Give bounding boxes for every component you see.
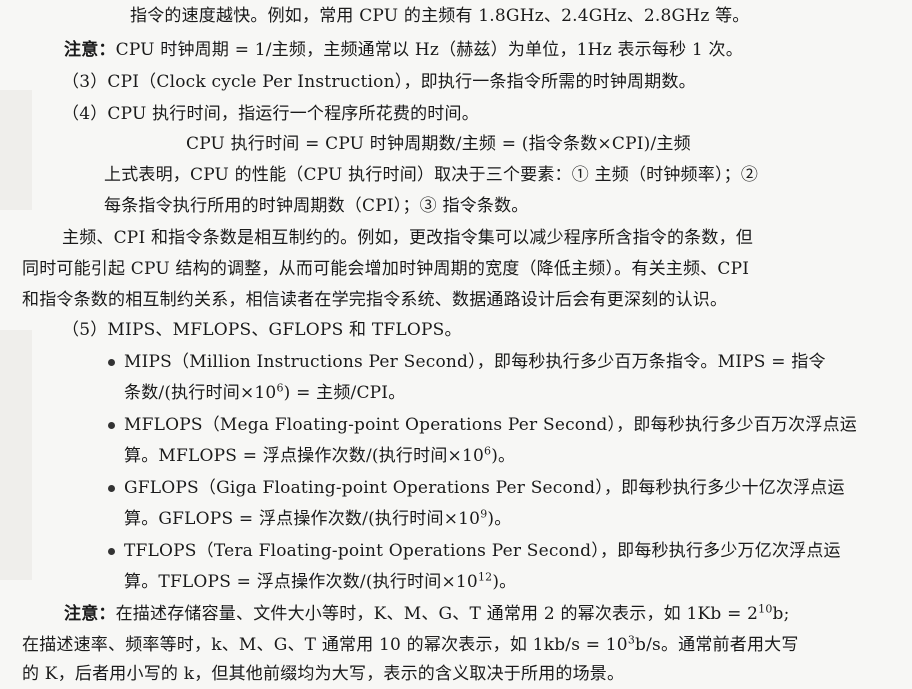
bullet-line: MFLOPS（Mega Floating-point Operations Pe… [124, 415, 857, 435]
bullet-line: GFLOPS（Giga Floating-point Operations Pe… [124, 478, 845, 498]
paragraph-line: 主频、CPI 和指令条数是相互制约的。例如，更改指令集可以减少程序所含指令的条数… [62, 228, 753, 248]
page-edge-bleed [0, 90, 32, 210]
paragraph-line: 和指令条数的相互制约关系，相信读者在学完指令系统、数据通路设计后会有更深刻的认识… [22, 290, 728, 310]
note-text: b/s。通常前者用大写 [635, 635, 799, 655]
bullet-line: 算。TFLOPS = 浮点操作次数/(执行时间×1012)。 [124, 570, 517, 592]
paragraph-line: 同时可能引起 CPU 结构的调整，从而可能会增加时钟周期的宽度（降低主频）。有关… [22, 259, 750, 279]
bullet-line: 条数/(执行时间×106) = 主频/CPI。 [124, 381, 406, 403]
tflops-formula-b: )。 [492, 572, 517, 592]
note-text: b; [772, 604, 790, 624]
text-line: 上式表明，CPU 的性能（CPU 执行时间）取决于三个要素：① 主频（时钟频率）… [104, 165, 759, 185]
item-4: （4）CPU 执行时间，指运行一个程序所花费的时间。 [62, 104, 479, 124]
document-page: 指令的速度越快。例如，常用 CPU 的主频有 1.8GHz、2.4GHz、2.8… [0, 0, 912, 689]
text-line: 指令的速度越快。例如，常用 CPU 的主频有 1.8GHz、2.4GHz、2.8… [130, 6, 750, 26]
bullet-line: 算。MFLOPS = 浮点操作次数/(执行时间×106)。 [124, 445, 516, 466]
bullet-icon [108, 422, 115, 429]
note-text: CPU 时钟周期 = 1/主频，主频通常以 Hz（赫兹）为单位，1Hz 表示每秒… [115, 40, 743, 60]
note-line: 注意：在描述存储容量、文件大小等时，K、M、G、T 通常用 2 的幂次表示，如 … [64, 602, 790, 624]
bullet-icon [108, 359, 115, 366]
gflops-formula-a: 算。GFLOPS = 浮点操作次数/(执行时间×10 [124, 509, 481, 529]
formula: CPU 执行时间 = CPU 时钟周期数/主频 = (指令条数×CPI)/主频 [186, 134, 691, 154]
tflops-formula-a: 算。TFLOPS = 浮点操作次数/(执行时间×10 [124, 572, 478, 592]
exponent: 6 [276, 381, 284, 395]
note-text: 在描述速率、频率等时，k、M、G、T 通常用 10 的幂次表示，如 1kb/s … [22, 635, 628, 655]
note-label: 注意： [64, 604, 116, 624]
bullet-line: MIPS（Million Instructions Per Second），即每… [124, 352, 826, 372]
note-line: 注意：CPU 时钟周期 = 1/主频，主频通常以 Hz（赫兹）为单位，1Hz 表… [64, 40, 743, 60]
bullet-icon [108, 548, 115, 555]
mflops-formula-a: 算。MFLOPS = 浮点操作次数/(执行时间×10 [124, 446, 484, 466]
item-5: （5）MIPS、MFLOPS、GFLOPS 和 TFLOPS。 [62, 320, 462, 340]
text-line: 每条指令执行所用的时钟周期数（CPI）；③ 指令条数。 [104, 196, 529, 216]
mips-formula-b: ) = 主频/CPI。 [283, 383, 406, 403]
page-edge-bleed [0, 330, 32, 580]
bullet-line: TFLOPS（Tera Floating-point Operations Pe… [124, 541, 841, 561]
gflops-formula-b: )。 [487, 509, 512, 529]
exponent: 3 [627, 633, 636, 647]
note-text: 在描述存储容量、文件大小等时，K、M、G、T 通常用 2 的幂次表示，如 1Kb… [115, 604, 759, 624]
exponent: 10 [758, 602, 773, 616]
mflops-formula-b: )。 [491, 446, 516, 466]
note-line: 在描述速率、频率等时，k、M、G、T 通常用 10 的幂次表示，如 1kb/s … [22, 633, 799, 655]
item-3: （3）CPI（Clock cycle Per Instruction），即执行一… [62, 72, 696, 92]
note-label: 注意： [64, 40, 116, 60]
mips-formula-a: 条数/(执行时间×10 [124, 383, 277, 403]
bullet-line: 算。GFLOPS = 浮点操作次数/(执行时间×109)。 [124, 508, 512, 529]
bullet-icon [108, 485, 115, 492]
note-line: 的 K，后者用小写的 k，但其他前缀均为大写，表示的含义取决于所用的场景。 [22, 664, 625, 684]
exponent: 12 [477, 570, 493, 584]
